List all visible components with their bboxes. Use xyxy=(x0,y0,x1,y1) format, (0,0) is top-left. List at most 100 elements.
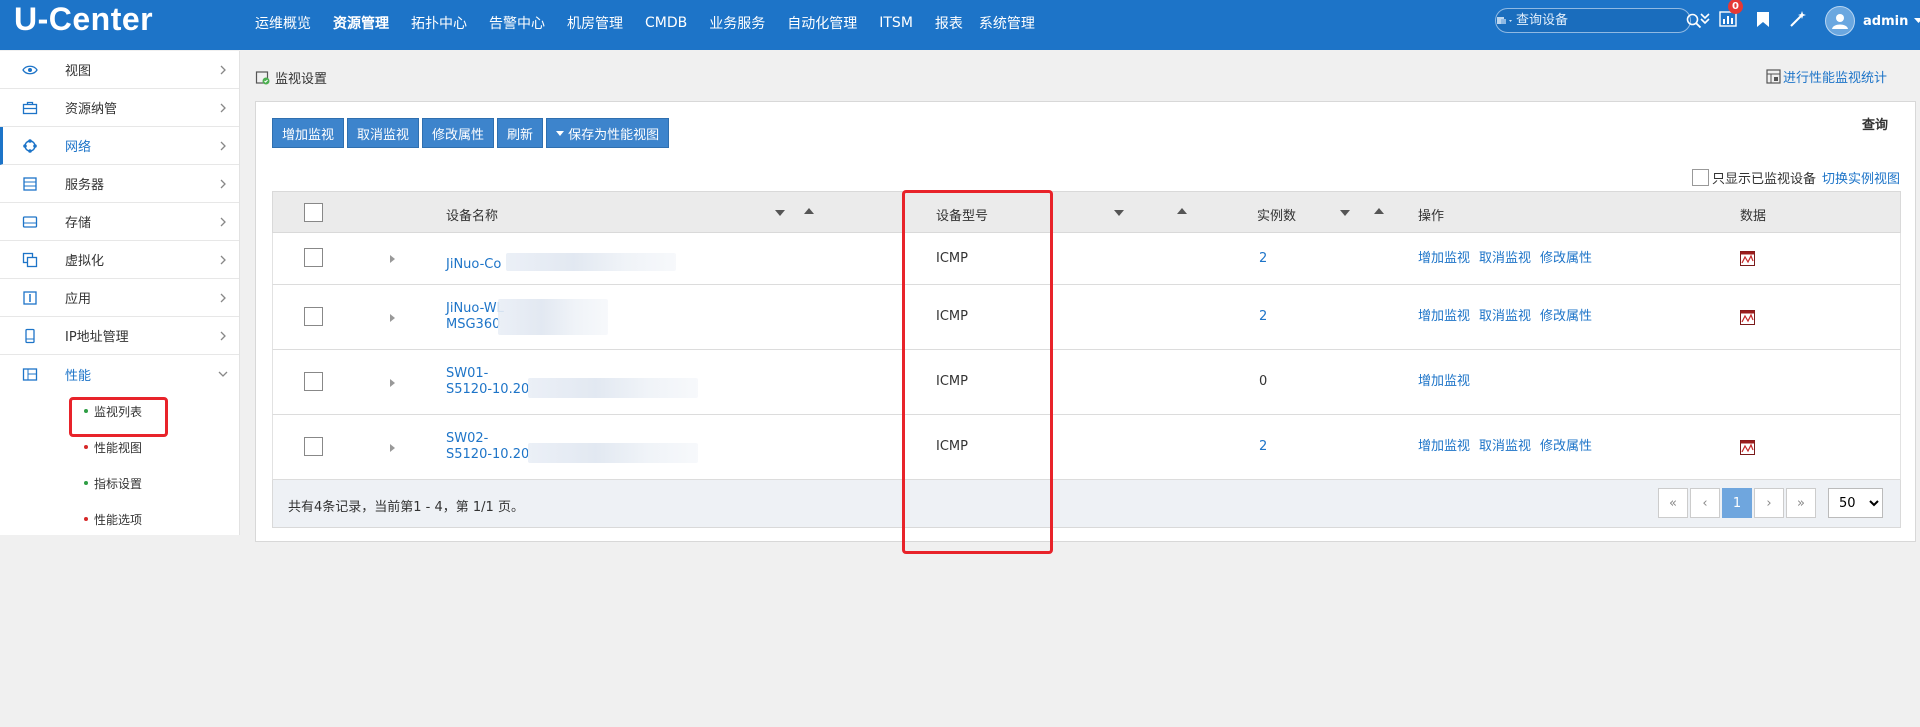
magic-wand-icon[interactable] xyxy=(1787,8,1809,30)
status-dot xyxy=(84,445,88,449)
device-name-link[interactable]: SW02- xyxy=(446,431,488,447)
sidebar-item-virtualization[interactable]: 虚拟化 xyxy=(0,241,239,279)
expand-row-icon[interactable] xyxy=(390,314,395,322)
cancel-monitor-link[interactable]: 取消监视 xyxy=(1479,309,1531,324)
bookmark-icon[interactable] xyxy=(1752,8,1774,30)
select-all-checkbox[interactable] xyxy=(304,203,323,222)
sidebar-item-resource-onboarding[interactable]: 资源纳管 xyxy=(0,89,239,127)
cancel-monitor-link[interactable]: 取消监视 xyxy=(1479,251,1531,266)
sidebar-item-label: 性能 xyxy=(65,368,92,384)
expand-row-icon[interactable] xyxy=(390,379,395,387)
user-menu[interactable]: admin xyxy=(1825,3,1920,39)
add-monitor-link[interactable]: 增加监视 xyxy=(1418,309,1470,324)
expand-row-icon[interactable] xyxy=(390,444,395,452)
modify-properties-link[interactable]: 修改属性 xyxy=(1540,309,1592,324)
report-chart-icon[interactable]: 0 xyxy=(1717,0,1743,30)
sidebar-subitem-monitor-list[interactable]: 监视列表 xyxy=(0,393,239,429)
status-dot xyxy=(84,409,88,413)
page-size-select[interactable]: 50 xyxy=(1828,488,1883,518)
expand-row-icon[interactable] xyxy=(390,255,395,263)
refresh-button[interactable]: 刷新 xyxy=(497,118,544,148)
redacted-mask xyxy=(528,378,698,398)
sort-desc-icon[interactable] xyxy=(1114,210,1124,216)
sidebar-item-performance[interactable]: 性能 xyxy=(0,355,239,393)
current-page-button[interactable]: 1 xyxy=(1722,488,1752,518)
sort-desc-icon[interactable] xyxy=(1340,210,1350,216)
nav-item-system[interactable]: 系统管理 xyxy=(979,13,1035,33)
nav-item-itsm[interactable]: ITSM xyxy=(879,15,913,31)
nav-item-reports[interactable]: 报表 xyxy=(935,13,963,33)
add-monitor-link[interactable]: 增加监视 xyxy=(1418,374,1470,389)
add-monitor-link[interactable]: 增加监视 xyxy=(1418,439,1470,454)
app-logo[interactable]: U-Center xyxy=(14,1,153,38)
network-icon xyxy=(23,139,37,153)
query-button[interactable]: 查询 xyxy=(1862,114,1888,133)
sort-asc-icon[interactable] xyxy=(1177,208,1187,214)
row-checkbox[interactable] xyxy=(304,307,323,326)
sidebar-item-label: 存储 xyxy=(65,216,92,231)
data-chart-icon[interactable] xyxy=(1740,251,1755,266)
nav-item-topology[interactable]: 拓扑中心 xyxy=(411,13,467,33)
performance-stats-link[interactable]: 进行性能监视统计 xyxy=(1766,67,1887,86)
first-page-button[interactable]: « xyxy=(1658,488,1688,518)
device-name-link-line2[interactable]: S5120-10.20 xyxy=(446,382,529,398)
col-header-data: 数据 xyxy=(1740,209,1767,224)
last-page-button[interactable]: » xyxy=(1786,488,1816,518)
nav-item-datacenter[interactable]: 机房管理 xyxy=(567,13,623,33)
sidebar-item-view[interactable]: 视图 xyxy=(0,51,239,89)
cancel-monitor-button[interactable]: 取消监视 xyxy=(347,118,420,148)
sidebar-item-applications[interactable]: 应用 xyxy=(0,279,239,317)
sort-asc-icon[interactable] xyxy=(1374,208,1384,214)
sidebar-item-servers[interactable]: 服务器 xyxy=(0,165,239,203)
modify-properties-button[interactable]: 修改属性 xyxy=(422,118,495,148)
row-checkbox[interactable] xyxy=(304,248,323,267)
cancel-monitor-link[interactable]: 取消监视 xyxy=(1479,439,1531,454)
switch-instance-view-link[interactable]: 切换实例视图 xyxy=(1822,168,1900,187)
next-page-button[interactable]: › xyxy=(1754,488,1784,518)
sidebar-item-label: 虚拟化 xyxy=(65,254,105,269)
add-monitor-button[interactable]: 增加监视 xyxy=(272,118,345,148)
sidebar-item-ip-management[interactable]: IP地址管理 xyxy=(0,317,239,355)
sidebar-subitem-performance-options[interactable]: 性能选项 xyxy=(0,501,239,537)
device-name-link[interactable]: SW01- xyxy=(446,366,488,382)
only-monitored-checkbox[interactable] xyxy=(1691,169,1709,186)
row-checkbox[interactable] xyxy=(304,437,323,456)
add-monitor-link[interactable]: 增加监视 xyxy=(1418,251,1470,266)
nav-item-business[interactable]: 业务服务 xyxy=(709,13,765,33)
instance-count-link[interactable]: 2 xyxy=(1259,251,1267,267)
expand-more-icon[interactable] xyxy=(1694,8,1716,30)
nav-item-overview[interactable]: 运维概览 xyxy=(255,13,311,33)
save-as-view-button[interactable]: 保存为性能视图 xyxy=(546,118,670,148)
modify-properties-link[interactable]: 修改属性 xyxy=(1540,251,1592,266)
instance-count-link[interactable]: 2 xyxy=(1259,439,1267,455)
nav-item-alarms[interactable]: 告警中心 xyxy=(489,13,545,33)
nav-item-cmdb[interactable]: CMDB xyxy=(645,15,687,31)
modify-properties-link[interactable]: 修改属性 xyxy=(1540,439,1592,454)
device-model: ICMP xyxy=(936,251,968,266)
statistics-icon xyxy=(1766,69,1781,84)
sidebar-subitem-performance-view[interactable]: 性能视图 xyxy=(0,429,239,465)
nav-item-automation[interactable]: 自动化管理 xyxy=(787,13,857,33)
sort-desc-icon[interactable] xyxy=(775,210,785,216)
data-chart-icon[interactable] xyxy=(1740,310,1755,325)
sort-asc-icon[interactable] xyxy=(804,208,814,214)
row-checkbox[interactable] xyxy=(304,372,323,391)
device-name-link[interactable]: JiNuo-WL xyxy=(446,301,504,317)
chevron-right-icon xyxy=(220,65,226,75)
nav-item-resource-management[interactable]: 资源管理 xyxy=(333,13,389,33)
device-model: ICMP xyxy=(936,309,968,324)
device-name-link[interactable]: JiNuo-Co xyxy=(446,257,501,273)
sidebar-item-storage[interactable]: 存储 xyxy=(0,203,239,241)
prev-page-button[interactable]: ‹ xyxy=(1690,488,1720,518)
user-caret-icon xyxy=(1914,18,1920,23)
instance-count-link[interactable]: 2 xyxy=(1259,309,1267,325)
data-chart-icon[interactable] xyxy=(1740,440,1755,455)
device-name-link-line2[interactable]: MSG360 xyxy=(446,317,500,333)
sidebar-subitem-metric-settings[interactable]: 指标设置 xyxy=(0,465,239,501)
sidebar-item-network[interactable]: 网络 xyxy=(0,127,239,165)
search-scope-icon[interactable] xyxy=(1496,9,1516,32)
search-input[interactable] xyxy=(1516,9,1686,32)
device-name-link-line2[interactable]: S5120-10.20 xyxy=(446,447,529,463)
performance-icon xyxy=(22,368,38,381)
col-header-model: 设备型号 xyxy=(936,209,989,224)
